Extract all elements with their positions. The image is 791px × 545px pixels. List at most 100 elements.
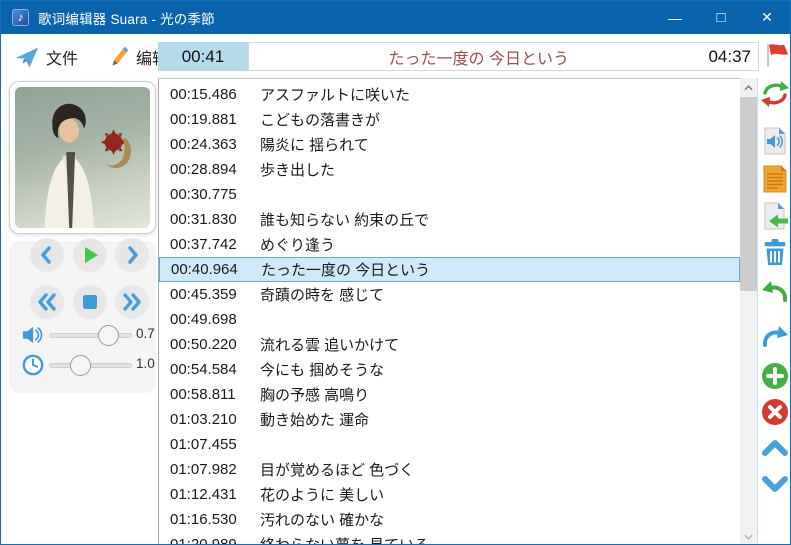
lyric-row[interactable]: 01:12.431 花のように 美しい [159,482,740,507]
titlebar: ♪ 歌词编辑器 Suara - 光の季節 — □ ✕ [1,1,790,34]
redo-icon[interactable] [761,322,789,350]
file-button[interactable]: 文件 [11,42,82,72]
forward-button[interactable] [115,285,149,319]
play-button[interactable] [73,238,107,272]
stop-button[interactable] [73,285,107,319]
lyric-timestamp: 00:28.894 [170,161,260,178]
speed-value: 1.0 [136,356,155,371]
lyric-text: 汚れのない 確かな [260,509,384,530]
lyric-text: アスファルトに咲いた [260,84,410,105]
lyric-text: 動き始めた 運命 [260,409,369,430]
lyric-timestamp: 00:54.584 [170,361,260,378]
lyric-timestamp: 00:40.964 [171,261,261,278]
volume-slider[interactable] [49,333,132,338]
lyric-row[interactable]: 00:54.584 今にも 掴めそうな [159,357,740,382]
volume-slider-knob[interactable] [98,325,119,346]
playback-panel: 0.7 1.0 [9,241,156,393]
lyric-timestamp: 01:07.455 [170,436,260,453]
lyric-timestamp: 01:16.530 [170,511,260,528]
lyric-row[interactable]: 00:37.742 めぐり逢う [159,232,740,257]
document-icon[interactable] [761,165,789,193]
previous-button[interactable] [30,238,64,272]
lyric-timestamp: 00:49.698 [170,311,260,328]
volume-value: 0.7 [136,326,155,341]
lyric-row[interactable]: 00:49.698 [159,307,740,332]
lyric-timestamp: 01:20.989 [170,536,260,545]
lyric-row[interactable]: 01:07.982 目が覚めるほど 色づく [159,457,740,482]
sync-icon[interactable] [761,80,789,108]
lyric-timestamp: 01:03.210 [170,411,260,428]
lyric-row[interactable]: 01:03.210 動き始めた 運命 [159,407,740,432]
lyric-text: 陽炎に 揺られて [260,134,369,155]
scrollbar[interactable] [740,78,757,545]
close-button[interactable]: ✕ [744,1,790,34]
lyric-text: 花のように 美しい [260,484,384,505]
flag-button[interactable] [762,42,790,72]
lyric-timestamp: 00:31.830 [170,211,260,228]
lyric-row[interactable]: 00:30.775 [159,182,740,207]
current-lyric-box: たった一度の 今日という 04:37 [248,42,759,71]
lyric-row[interactable]: 00:28.894 歩き出した [159,157,740,182]
trash-icon[interactable] [761,238,789,266]
rewind-button[interactable] [30,285,64,319]
lyric-row[interactable]: 01:20.989 終わらない夢を 見ている [159,532,740,545]
lyric-row[interactable]: 00:50.220 流れる雲 追いかけて [159,332,740,357]
lyric-text: 誰も知らない 約束の丘で [260,209,429,230]
scrollbar-thumb[interactable] [740,97,757,291]
scroll-down-arrow-icon[interactable] [740,528,757,545]
lyric-timestamp: 00:45.359 [170,286,260,303]
lyric-timestamp: 00:50.220 [170,336,260,353]
lyric-row[interactable]: 00:31.830 誰も知らない 約束の丘で [159,207,740,232]
lyric-text: 胸の予感 高鳴り [260,384,369,405]
lyric-timestamp: 01:12.431 [170,486,260,503]
scroll-up-arrow-icon[interactable] [740,79,757,96]
lyric-timestamp: 00:30.775 [170,186,260,203]
speed-slider[interactable] [49,363,132,368]
toolbar: 文件 编辑 00:41 たった一度の 今日という 04:37 [1,34,790,78]
app-window: ♪ 歌词编辑器 Suara - 光の季節 — □ ✕ 文件 编辑 00:41 た… [0,0,791,545]
action-sidebar [757,78,791,545]
lyric-row[interactable]: 00:19.881 こどもの落書きが [159,107,740,132]
next-button[interactable] [115,238,149,272]
audio-file-icon[interactable] [761,127,789,155]
speaker-icon [22,324,46,351]
lyrics-list[interactable]: 00:15.486 アスファルトに咲いた 00:19.881 こどもの落書きが … [158,78,740,545]
flag-icon [763,41,789,74]
lyric-timestamp: 00:15.486 [170,86,260,103]
lyric-text: 終わらない夢を 見ている [260,534,429,545]
lyric-timestamp: 00:58.811 [170,386,260,403]
remove-icon[interactable] [761,398,789,426]
album-art [9,81,156,234]
app-icon: ♪ [12,9,29,26]
speed-row: 1.0 [9,354,156,378]
move-down-icon[interactable] [761,470,789,498]
lyric-timestamp: 00:24.363 [170,136,260,153]
current-lyric-text: たった一度の 今日という [249,45,708,69]
total-time-display: 04:37 [708,47,758,67]
undo-icon[interactable] [761,277,789,305]
lyric-row[interactable]: 00:40.964 たった一度の 今日という [159,257,740,282]
lyric-text: 奇蹟の時を 感じて [260,284,384,305]
album-art-image [15,87,150,228]
lyric-row[interactable]: 00:15.486 アスファルトに咲いた [159,82,740,107]
volume-row: 0.7 [9,324,156,348]
lyric-row[interactable]: 00:45.359 奇蹟の時を 感じて [159,282,740,307]
paper-plane-icon [15,45,39,69]
speed-slider-knob[interactable] [70,355,91,376]
lyric-text: こどもの落書きが [260,109,380,130]
lyric-text: 目が覚めるほど 色づく [260,459,414,480]
lyric-row[interactable]: 00:24.363 陽炎に 揺られて [159,132,740,157]
move-up-icon[interactable] [761,434,789,462]
import-file-icon[interactable] [761,202,789,230]
lyric-row[interactable]: 00:58.811 胸の予感 高鳴り [159,382,740,407]
minimize-button[interactable]: — [652,1,698,34]
lyric-row[interactable]: 01:16.530 汚れのない 確かな [159,507,740,532]
lyric-timestamp: 00:19.881 [170,111,260,128]
add-icon[interactable] [761,362,789,390]
pencil-icon [107,46,129,68]
lyric-text: めぐり逢う [260,234,335,255]
current-time-display: 00:41 [158,42,248,71]
maximize-button[interactable]: □ [698,1,744,34]
lyric-timestamp: 01:07.982 [170,461,260,478]
lyric-row[interactable]: 01:07.455 [159,432,740,457]
